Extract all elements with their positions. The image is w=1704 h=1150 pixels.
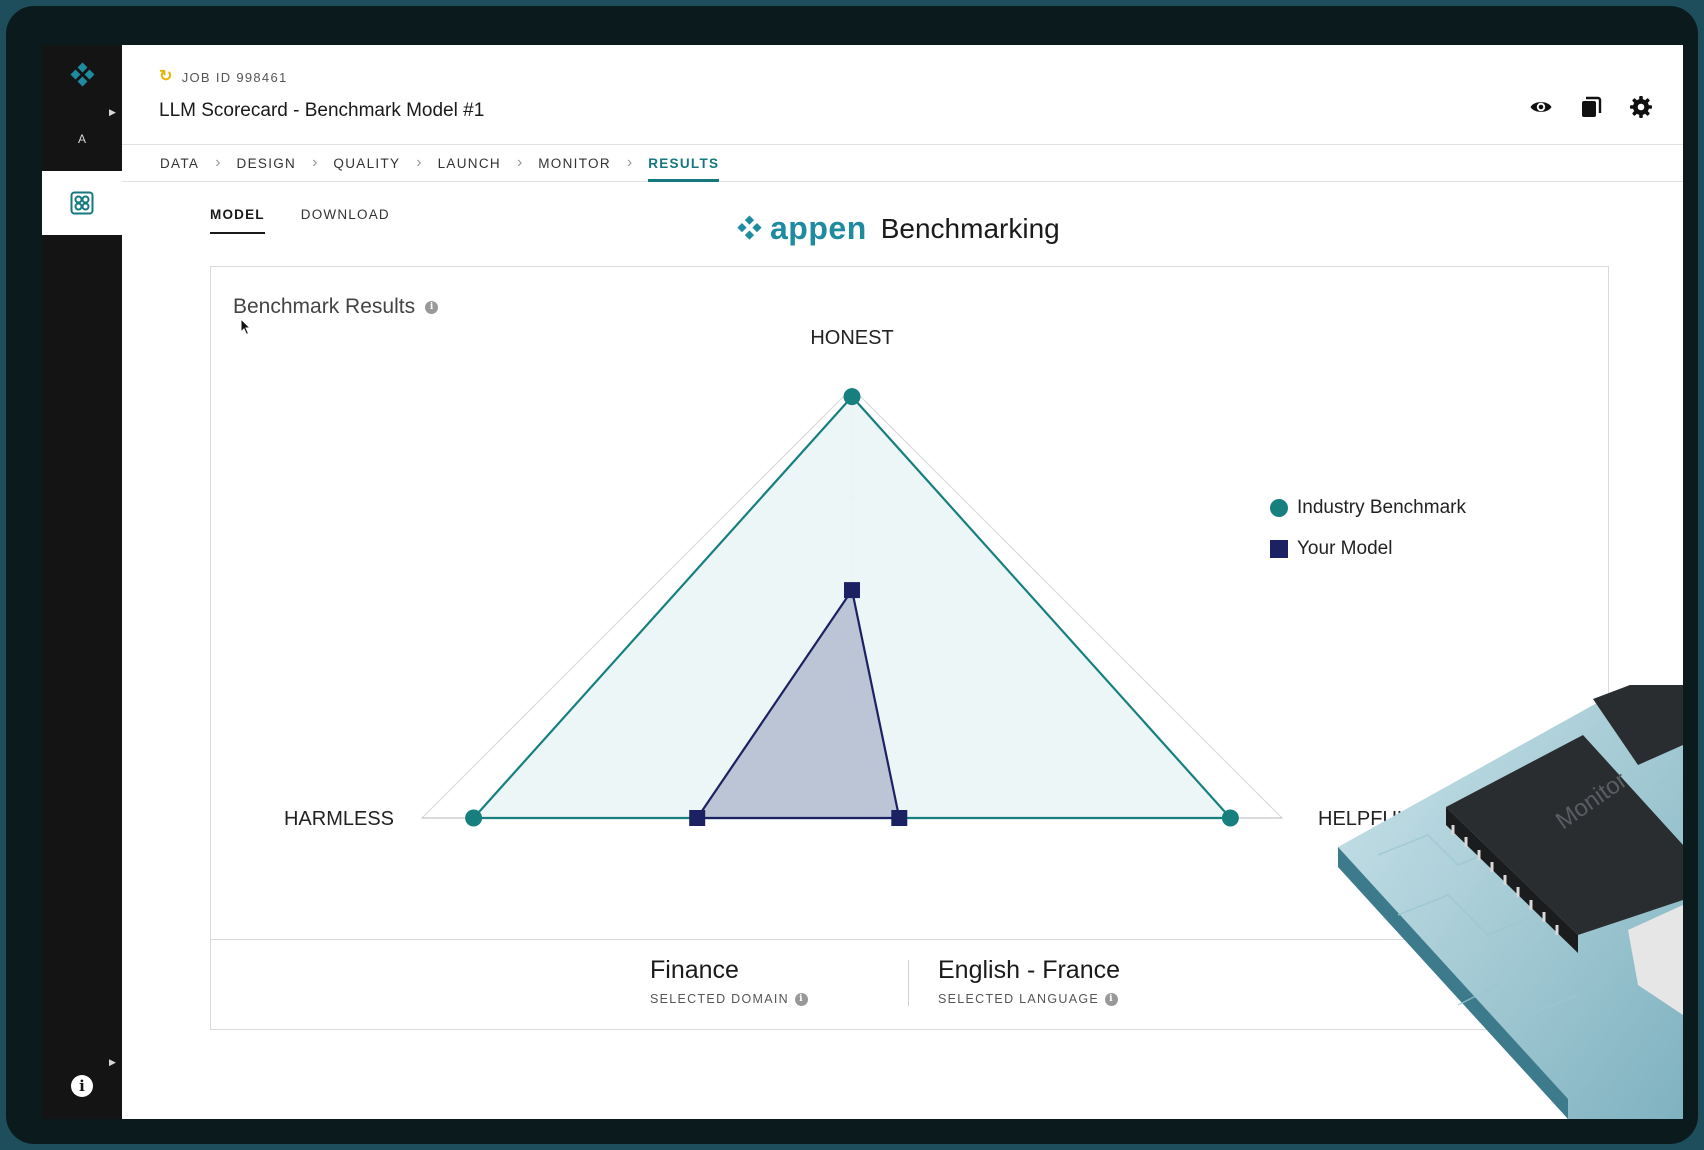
job-id-label: JOB ID 998461 [181, 69, 288, 85]
language-label: SELECTED LANGUAGE [938, 992, 1100, 1006]
appen-logo-text: appen [770, 210, 867, 246]
tab-download[interactable]: DOWNLOAD [301, 207, 390, 234]
brand-heading: Benchmarking [880, 212, 1060, 244]
page-title: LLM Scorecard - Benchmark Model #1 [159, 100, 485, 121]
sidebar-expand-icon[interactable]: ▶ [109, 108, 116, 117]
brand-header: appen Benchmarking [734, 210, 1060, 247]
device-frame: ▶ A ▶ i ↻ JOB ID 998461 LLM Scorecard - … [6, 6, 1698, 1144]
info-icon[interactable]: i [71, 1075, 93, 1097]
selected-domain: Finance SELECTED DOMAIN i [650, 956, 808, 1006]
step-results[interactable]: RESULTS [648, 145, 720, 182]
workflow-steps: DATA › DESIGN › QUALITY › LAUNCH › MONITOR › RESUL… [122, 144, 1683, 182]
data-point [689, 810, 706, 826]
chevron-right-icon: › [416, 154, 422, 171]
divider [908, 960, 909, 1006]
axis-label: HARMLESS [284, 808, 394, 830]
subtabs: MODEL DOWNLOAD [210, 207, 390, 234]
gear-icon[interactable] [1629, 95, 1653, 119]
legend-item-benchmark[interactable]: Industry Benchmark [1270, 497, 1466, 519]
job-id: ↻ JOB ID 998461 [159, 69, 288, 85]
domain-caption: SELECTED DOMAIN i [650, 992, 808, 1006]
sidebar-collapse-icon[interactable]: ▶ [109, 1058, 116, 1067]
language-caption: SELECTED LANGUAGE i [938, 992, 1120, 1006]
app-screen: ▶ A ▶ i ↻ JOB ID 998461 LLM Scorecard - … [42, 45, 1683, 1119]
sidebar: ▶ A ▶ i [42, 45, 122, 1119]
step-quality[interactable]: QUALITY [333, 145, 400, 181]
axis-label: HONEST [810, 327, 893, 349]
sidebar-user-initial[interactable]: A [42, 132, 122, 146]
chevron-right-icon: › [516, 154, 523, 171]
circle-marker-icon [1270, 499, 1288, 517]
info-icon[interactable]: i [1105, 992, 1119, 1006]
legend-label: Industry Benchmark [1297, 497, 1466, 518]
circuit-board-illustration: Monitor [1338, 685, 1683, 1119]
step-launch[interactable]: LAUNCH [438, 145, 501, 181]
app-logo-icon[interactable] [66, 59, 98, 91]
data-point [1221, 809, 1239, 827]
data-point [843, 388, 861, 406]
data-point [465, 809, 483, 827]
refresh-icon: ↻ [159, 68, 174, 85]
domain-value: Finance [650, 956, 739, 984]
chevron-right-icon: › [312, 154, 318, 171]
mouse-cursor-icon [240, 318, 252, 336]
eye-icon[interactable] [1529, 95, 1553, 119]
info-icon[interactable]: i [425, 300, 439, 314]
step-design[interactable]: DESIGN [237, 145, 297, 181]
info-icon[interactable]: i [794, 992, 808, 1006]
tab-model[interactable]: MODEL [210, 207, 265, 234]
selected-language: English - France SELECTED LANGUAGE i [938, 956, 1120, 1006]
legend-label: Your Model [1297, 538, 1393, 559]
grid-apps-icon [70, 191, 94, 215]
step-monitor[interactable]: MONITOR [538, 145, 611, 181]
data-point [891, 810, 908, 826]
chevron-right-icon: › [626, 154, 633, 171]
copy-icon[interactable] [1579, 95, 1603, 119]
card-title: Benchmark Results i [233, 295, 439, 319]
toolbar [1529, 95, 1653, 119]
data-point [844, 582, 860, 599]
domain-label: SELECTED DOMAIN [650, 992, 789, 1006]
legend-item-model[interactable]: Your Model [1270, 538, 1466, 560]
language-value: English - France [938, 956, 1121, 984]
square-marker-icon [1270, 540, 1288, 558]
appen-logo-icon [737, 214, 762, 240]
sidebar-item-jobs[interactable] [42, 171, 122, 235]
chevron-right-icon: › [215, 154, 221, 171]
step-data[interactable]: DATA [160, 145, 199, 181]
chart-legend: Industry Benchmark Your Model [1270, 497, 1466, 579]
card-title-text: Benchmark Results [233, 295, 416, 318]
